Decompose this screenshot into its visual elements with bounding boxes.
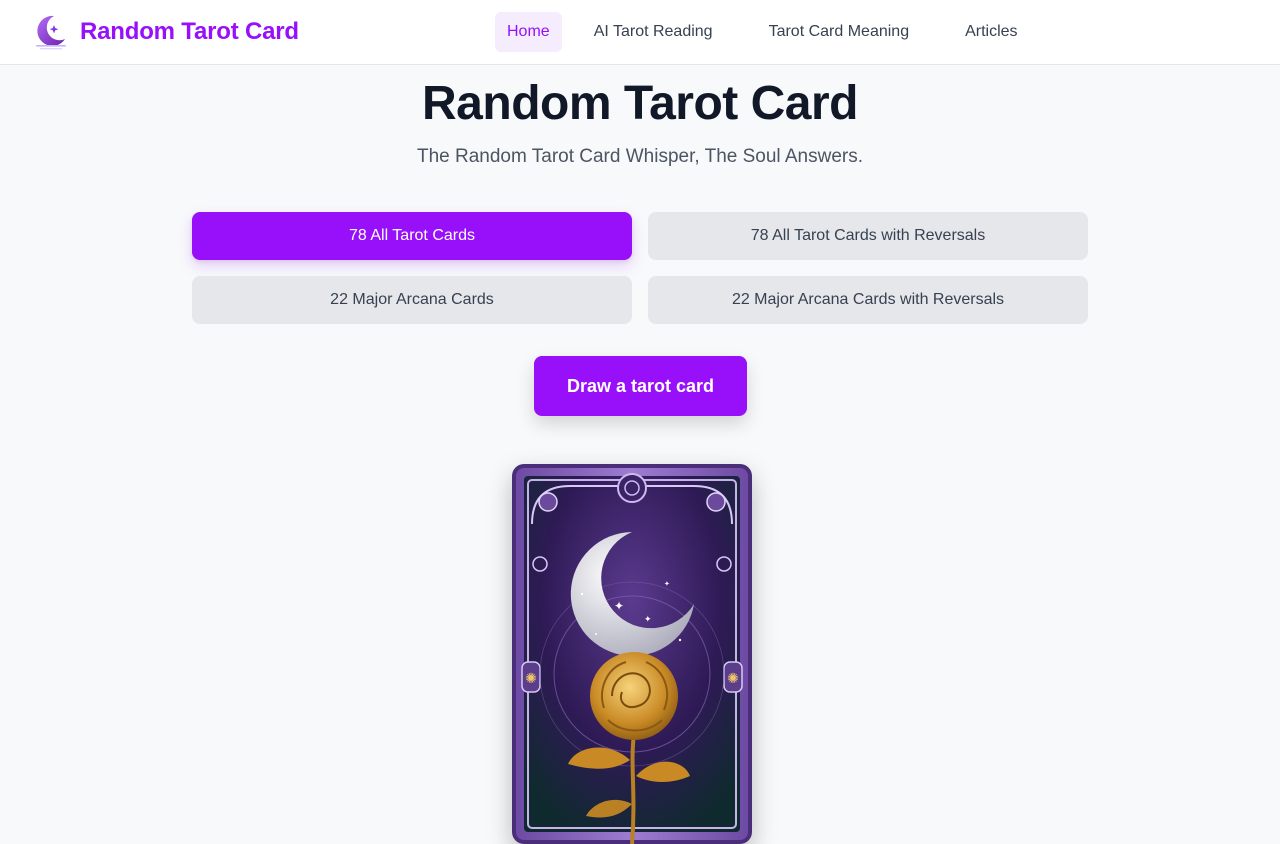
- svg-text:✺: ✺: [727, 671, 739, 687]
- svg-text:✦: ✦: [664, 580, 670, 588]
- tarot-card-back[interactable]: ✺ ✺ ✦ ✦ ✦: [512, 464, 752, 844]
- nav-articles[interactable]: Articles: [953, 12, 1029, 52]
- card-back-illustration: ✺ ✺ ✦ ✦ ✦: [512, 464, 752, 844]
- svg-text:✦: ✦: [614, 599, 624, 613]
- draw-card-button[interactable]: Draw a tarot card: [534, 356, 747, 416]
- svg-text:✺: ✺: [525, 671, 537, 687]
- brand-name: Random Tarot Card: [80, 18, 299, 45]
- nav-ai-tarot-reading[interactable]: AI Tarot Reading: [582, 12, 725, 52]
- svg-text:✦: ✦: [644, 615, 652, 625]
- moon-logo-icon: [36, 15, 66, 50]
- main-nav: Home AI Tarot Reading Tarot Card Meaning…: [495, 12, 1030, 52]
- option-22-major-arcana-reversals[interactable]: 22 Major Arcana Cards with Reversals: [648, 276, 1088, 324]
- option-22-major-arcana[interactable]: 22 Major Arcana Cards: [192, 276, 632, 324]
- nav-home[interactable]: Home: [495, 12, 562, 52]
- option-78-with-reversals[interactable]: 78 All Tarot Cards with Reversals: [648, 212, 1088, 260]
- top-navigation-bar: Random Tarot Card Home AI Tarot Reading …: [0, 0, 1280, 65]
- page-subtitle: The Random Tarot Card Whisper, The Soul …: [416, 146, 863, 167]
- page-title: Random Tarot Card: [422, 77, 858, 130]
- nav-tarot-card-meaning[interactable]: Tarot Card Meaning: [757, 12, 922, 52]
- option-78-all-cards[interactable]: 78 All Tarot Cards: [192, 212, 632, 260]
- brand-link[interactable]: Random Tarot Card: [32, 12, 299, 52]
